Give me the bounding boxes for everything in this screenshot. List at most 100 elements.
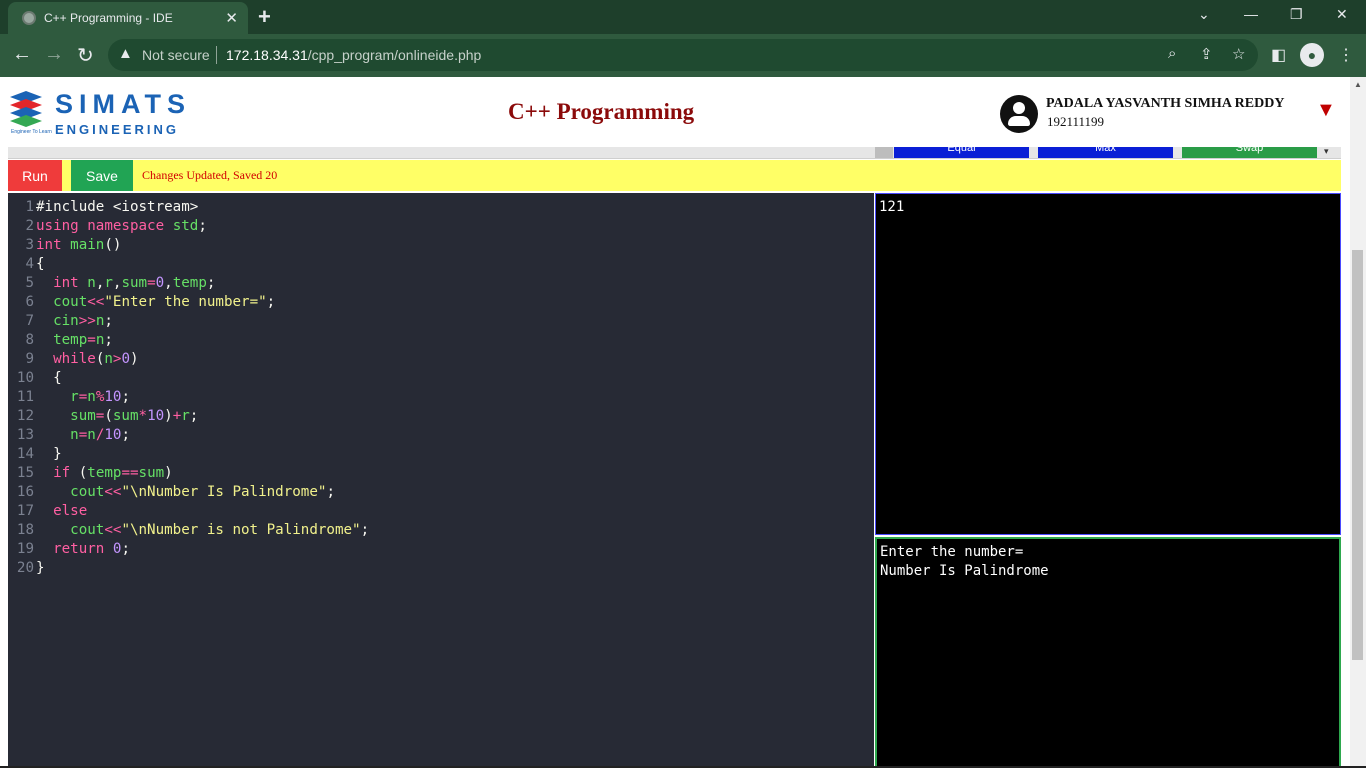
code-line[interactable]: 20} [8,559,874,578]
tools-strip: Equal Max Swap ▾ [8,147,1341,159]
code-text: { [36,370,62,386]
site-favicon-icon [22,11,36,25]
code-token: sum [70,408,96,424]
save-button[interactable]: Save [71,160,133,191]
code-line[interactable]: 3 int main() [8,236,874,255]
code-token: ; [206,275,216,291]
line-number: 8 [25,332,34,348]
max-button[interactable]: Max [1038,147,1173,158]
swap-button[interactable]: Swap [1182,147,1317,158]
code-line[interactable]: 2 using namespace std; [8,217,874,236]
code-line[interactable]: 18 cout<<"\nNumber is not Palindrome"; [8,521,874,540]
forward-arrow-icon[interactable]: → [44,43,64,66]
code-editor[interactable]: 1 #include <iostream> 2 using namespace std… [8,193,874,768]
code-token: r [70,389,79,405]
code-token: ; [198,218,207,234]
run-button[interactable]: Run [8,160,62,191]
code-line[interactable]: 6 cout<<"Enter the number="; [8,293,874,312]
line-number: 12 [16,408,34,424]
strip-dropdown-icon[interactable]: ▾ [1324,147,1329,157]
stdin-input[interactable]: 121 [875,193,1341,535]
restore-window-icon[interactable]: ❐ [1290,6,1303,23]
code-text: r=n%10; [36,389,130,405]
code-token: ) [164,408,173,424]
security-label[interactable]: Not secure [142,47,210,63]
code-token: ; [121,541,130,557]
scroll-up-icon[interactable]: ▲ [1354,80,1362,89]
close-window-icon[interactable]: ✕ [1336,6,1348,23]
code-line[interactable]: 13 n=n/10; [8,426,874,445]
code-line[interactable]: 10 { [8,369,874,388]
code-line[interactable]: 11 r=n%10; [8,388,874,407]
code-line[interactable]: 14 } [8,445,874,464]
code-token: 10 [147,408,165,424]
code-line[interactable]: 9 while(n>0) [8,350,874,369]
tab-search-chevron-icon[interactable]: ⌄ [1198,6,1210,23]
code-line[interactable]: 7 cin>>n; [8,312,874,331]
browser-tab[interactable]: C++ Programming - IDE ✕ [8,2,248,34]
warning-triangle-icon[interactable]: ▲ [118,45,133,62]
code-line[interactable]: 17 else [8,502,874,521]
code-token: >> [78,313,96,329]
back-arrow-icon[interactable]: ← [12,43,32,66]
new-tab-icon[interactable]: + [258,4,271,30]
code-text: n=n/10; [36,427,130,443]
code-line[interactable]: 5 int n,r,sum=0,temp; [8,274,874,293]
code-token: temp [172,275,207,291]
user-menu-caret-icon[interactable]: ▼ [1316,99,1336,122]
url-host: 172.18.34.31 [226,47,308,63]
browser-menu-icon[interactable]: ⋮ [1338,45,1354,65]
code-token: ) [130,351,139,367]
code-token: 0 [155,275,165,291]
code-line[interactable]: 4{ [8,255,874,274]
code-line[interactable]: 8 temp=n; [8,331,874,350]
code-token: == [121,465,139,481]
code-token: << [104,522,122,538]
code-token: = [78,427,88,443]
code-line[interactable]: 12 sum=(sum*10)+r; [8,407,874,426]
line-number: 13 [16,427,34,443]
code-line[interactable]: 19 return 0; [8,540,874,559]
share-icon[interactable]: ⇪ [1200,45,1213,63]
code-text: } [36,560,45,576]
bookmark-star-icon[interactable]: ☆ [1232,45,1245,63]
code-token: n [70,427,79,443]
code-text: return 0; [36,541,130,557]
zoom-search-icon[interactable]: ⌕ [1168,45,1176,62]
user-avatar-icon[interactable] [1000,95,1038,133]
code-token: namespace [87,218,165,234]
code-token: = [78,389,88,405]
code-text: cout<<"Enter the number="; [36,294,275,310]
line-number: 4 [25,256,34,272]
scrollbar-thumb[interactable] [1352,250,1363,660]
close-tab-icon[interactable]: ✕ [225,9,238,27]
line-number: 6 [25,294,34,310]
url-text[interactable]: 172.18.34.31/cpp_program/onlineide.php [226,47,481,63]
code-token: else [53,503,88,519]
side-panel-icon[interactable]: ◧ [1271,45,1286,65]
code-line[interactable]: 15 if (temp==sum) [8,464,874,483]
equal-button[interactable]: Equal [894,147,1029,158]
profile-avatar-icon[interactable]: ● [1300,43,1324,67]
tab-title: C++ Programming - IDE [44,11,173,25]
code-text: cin>>n; [36,313,113,329]
code-line[interactable]: 1 #include <iostream> [8,198,874,217]
line-number: 19 [16,541,34,557]
minimize-window-icon[interactable]: — [1244,6,1258,22]
code-line[interactable]: 16 cout<<"\nNumber Is Palindrome"; [8,483,874,502]
code-token: n [87,427,96,443]
line-number: 10 [16,370,34,386]
page-scrollbar[interactable]: ▲ [1350,77,1366,768]
code-token: sum [138,465,165,481]
reload-icon[interactable]: ↻ [77,43,94,68]
address-bar[interactable]: ▲ Not secure 172.18.34.31/cpp_program/on… [108,39,1258,71]
